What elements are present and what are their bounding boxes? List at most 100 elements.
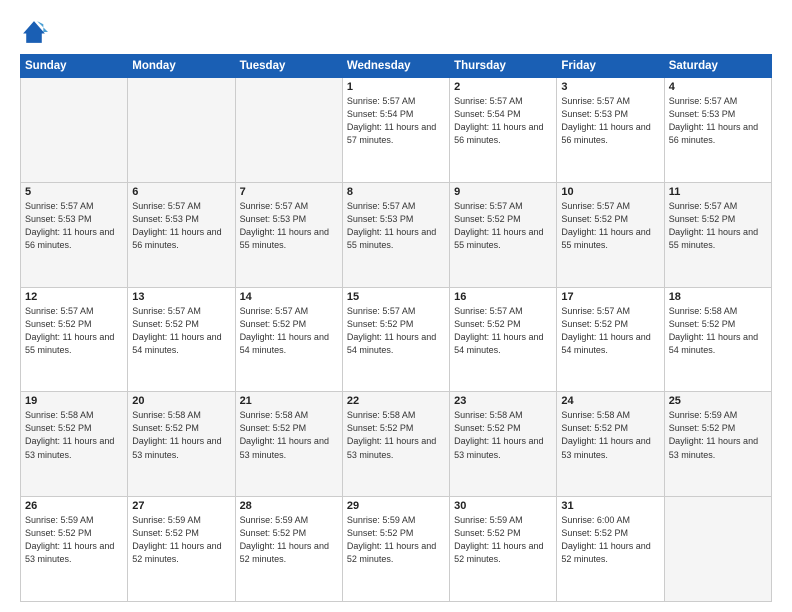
day-info: Sunrise: 5:57 AMSunset: 5:54 PMDaylight:… bbox=[347, 95, 445, 147]
day-info: Sunrise: 5:58 AMSunset: 5:52 PMDaylight:… bbox=[669, 305, 767, 357]
day-info: Sunrise: 5:57 AMSunset: 5:53 PMDaylight:… bbox=[561, 95, 659, 147]
calendar-cell: 23 Sunrise: 5:58 AMSunset: 5:52 PMDayligh… bbox=[450, 392, 557, 497]
day-info: Sunrise: 5:57 AMSunset: 5:53 PMDaylight:… bbox=[132, 200, 230, 252]
day-number: 12 bbox=[25, 291, 123, 303]
page: SundayMondayTuesdayWednesdayThursdayFrid… bbox=[0, 0, 792, 612]
calendar-cell: 2Sunrise: 5:57 AMSunset: 5:54 PMDaylight… bbox=[450, 78, 557, 183]
weekday-header: Saturday bbox=[664, 55, 771, 78]
day-number: 9 bbox=[454, 186, 552, 198]
calendar-cell bbox=[664, 497, 771, 602]
calendar-cell: 9 Sunrise: 5:57 AMSunset: 5:52 PMDaylight… bbox=[450, 182, 557, 287]
day-info: Sunrise: 5:57 AMSunset: 5:52 PMDaylight:… bbox=[132, 305, 230, 357]
calendar-cell: 30 Sunrise: 5:59 AMSunset: 5:52 PMDayligh… bbox=[450, 497, 557, 602]
day-info: Sunrise: 5:59 AMSunset: 5:52 PMDaylight:… bbox=[669, 409, 767, 461]
day-number: 14 bbox=[240, 291, 338, 303]
calendar-cell: 21 Sunrise: 5:58 AMSunset: 5:52 PMDayligh… bbox=[235, 392, 342, 497]
day-number: 28 bbox=[240, 500, 338, 512]
day-number: 17 bbox=[561, 291, 659, 303]
day-info: Sunrise: 5:58 AMSunset: 5:52 PMDaylight:… bbox=[454, 409, 552, 461]
calendar-cell: 26 Sunrise: 5:59 AMSunset: 5:52 PMDayligh… bbox=[21, 497, 128, 602]
day-number: 4 bbox=[669, 81, 767, 93]
day-number: 6 bbox=[132, 186, 230, 198]
day-info: Sunrise: 5:57 AMSunset: 5:53 PMDaylight:… bbox=[669, 95, 767, 147]
day-info: Sunrise: 5:58 AMSunset: 5:52 PMDaylight:… bbox=[240, 409, 338, 461]
day-number: 26 bbox=[25, 500, 123, 512]
day-number: 1 bbox=[347, 81, 445, 93]
day-info: Sunrise: 5:57 AMSunset: 5:52 PMDaylight:… bbox=[561, 200, 659, 252]
day-info: Sunrise: 5:57 AMSunset: 5:53 PMDaylight:… bbox=[347, 200, 445, 252]
calendar-cell: 16 Sunrise: 5:57 AMSunset: 5:52 PMDayligh… bbox=[450, 287, 557, 392]
calendar-cell: 11 Sunrise: 5:57 AMSunset: 5:52 PMDayligh… bbox=[664, 182, 771, 287]
calendar-cell: 28Sunrise: 5:59 AMSunset: 5:52 PMDayligh… bbox=[235, 497, 342, 602]
day-number: 23 bbox=[454, 395, 552, 407]
day-number: 5 bbox=[25, 186, 123, 198]
calendar-week-row: 19 Sunrise: 5:58 AMSunset: 5:52 PMDayligh… bbox=[21, 392, 772, 497]
day-info: Sunrise: 5:57 AMSunset: 5:52 PMDaylight:… bbox=[454, 200, 552, 252]
day-info: Sunrise: 5:59 AMSunset: 5:52 PMDaylight:… bbox=[132, 514, 230, 566]
calendar-cell: 27 Sunrise: 5:59 AMSunset: 5:52 PMDayligh… bbox=[128, 497, 235, 602]
day-number: 24 bbox=[561, 395, 659, 407]
day-info: Sunrise: 5:57 AMSunset: 5:52 PMDaylight:… bbox=[240, 305, 338, 357]
weekday-header: Friday bbox=[557, 55, 664, 78]
calendar-cell bbox=[128, 78, 235, 183]
logo bbox=[20, 18, 52, 46]
calendar-cell: 13 Sunrise: 5:57 AMSunset: 5:52 PMDayligh… bbox=[128, 287, 235, 392]
day-info: Sunrise: 5:57 AMSunset: 5:52 PMDaylight:… bbox=[454, 305, 552, 357]
day-number: 21 bbox=[240, 395, 338, 407]
day-info: Sunrise: 6:00 AMSunset: 5:52 PMDaylight:… bbox=[561, 514, 659, 566]
calendar-week-row: 26 Sunrise: 5:59 AMSunset: 5:52 PMDayligh… bbox=[21, 497, 772, 602]
header bbox=[20, 18, 772, 46]
calendar-cell: 31 Sunrise: 6:00 AMSunset: 5:52 PMDayligh… bbox=[557, 497, 664, 602]
day-info: Sunrise: 5:57 AMSunset: 5:54 PMDaylight:… bbox=[454, 95, 552, 147]
day-number: 18 bbox=[669, 291, 767, 303]
calendar-cell bbox=[21, 78, 128, 183]
calendar-cell: 4 Sunrise: 5:57 AMSunset: 5:53 PMDaylight… bbox=[664, 78, 771, 183]
day-number: 20 bbox=[132, 395, 230, 407]
day-number: 13 bbox=[132, 291, 230, 303]
day-info: Sunrise: 5:58 AMSunset: 5:52 PMDaylight:… bbox=[347, 409, 445, 461]
day-number: 29 bbox=[347, 500, 445, 512]
calendar-header-row: SundayMondayTuesdayWednesdayThursdayFrid… bbox=[21, 55, 772, 78]
calendar-week-row: 5 Sunrise: 5:57 AMSunset: 5:53 PMDaylight… bbox=[21, 182, 772, 287]
calendar-cell: 12 Sunrise: 5:57 AMSunset: 5:52 PMDayligh… bbox=[21, 287, 128, 392]
day-info: Sunrise: 5:59 AMSunset: 5:52 PMDaylight:… bbox=[454, 514, 552, 566]
day-number: 10 bbox=[561, 186, 659, 198]
day-info: Sunrise: 5:59 AMSunset: 5:52 PMDaylight:… bbox=[347, 514, 445, 566]
day-number: 16 bbox=[454, 291, 552, 303]
calendar-week-row: 12 Sunrise: 5:57 AMSunset: 5:52 PMDayligh… bbox=[21, 287, 772, 392]
calendar-cell: 8 Sunrise: 5:57 AMSunset: 5:53 PMDaylight… bbox=[342, 182, 449, 287]
day-number: 25 bbox=[669, 395, 767, 407]
calendar-cell: 3 Sunrise: 5:57 AMSunset: 5:53 PMDaylight… bbox=[557, 78, 664, 183]
calendar-cell: 14 Sunrise: 5:57 AMSunset: 5:52 PMDayligh… bbox=[235, 287, 342, 392]
calendar-cell bbox=[235, 78, 342, 183]
weekday-header: Tuesday bbox=[235, 55, 342, 78]
weekday-header: Monday bbox=[128, 55, 235, 78]
day-number: 11 bbox=[669, 186, 767, 198]
calendar-cell: 1 Sunrise: 5:57 AMSunset: 5:54 PMDaylight… bbox=[342, 78, 449, 183]
logo-icon bbox=[20, 18, 48, 46]
weekday-header: Sunday bbox=[21, 55, 128, 78]
calendar-cell: 15Sunrise: 5:57 AMSunset: 5:52 PMDayligh… bbox=[342, 287, 449, 392]
calendar-cell: 25 Sunrise: 5:59 AMSunset: 5:52 PMDayligh… bbox=[664, 392, 771, 497]
day-number: 31 bbox=[561, 500, 659, 512]
calendar-cell: 6 Sunrise: 5:57 AMSunset: 5:53 PMDaylight… bbox=[128, 182, 235, 287]
day-number: 8 bbox=[347, 186, 445, 198]
calendar-table: SundayMondayTuesdayWednesdayThursdayFrid… bbox=[20, 54, 772, 602]
day-info: Sunrise: 5:57 AMSunset: 5:52 PMDaylight:… bbox=[25, 305, 123, 357]
day-number: 27 bbox=[132, 500, 230, 512]
day-number: 30 bbox=[454, 500, 552, 512]
weekday-header: Thursday bbox=[450, 55, 557, 78]
calendar-cell: 20Sunrise: 5:58 AMSunset: 5:52 PMDayligh… bbox=[128, 392, 235, 497]
calendar-cell: 19 Sunrise: 5:58 AMSunset: 5:52 PMDayligh… bbox=[21, 392, 128, 497]
day-info: Sunrise: 5:57 AMSunset: 5:53 PMDaylight:… bbox=[240, 200, 338, 252]
day-number: 19 bbox=[25, 395, 123, 407]
day-number: 7 bbox=[240, 186, 338, 198]
day-info: Sunrise: 5:57 AMSunset: 5:52 PMDaylight:… bbox=[561, 305, 659, 357]
day-info: Sunrise: 5:59 AMSunset: 5:52 PMDaylight:… bbox=[25, 514, 123, 566]
calendar-cell: 10 Sunrise: 5:57 AMSunset: 5:52 PMDayligh… bbox=[557, 182, 664, 287]
day-number: 3 bbox=[561, 81, 659, 93]
day-info: Sunrise: 5:57 AMSunset: 5:52 PMDaylight:… bbox=[669, 200, 767, 252]
day-number: 22 bbox=[347, 395, 445, 407]
day-info: Sunrise: 5:58 AMSunset: 5:52 PMDaylight:… bbox=[25, 409, 123, 461]
calendar-cell: 5Sunrise: 5:57 AMSunset: 5:53 PMDaylight… bbox=[21, 182, 128, 287]
